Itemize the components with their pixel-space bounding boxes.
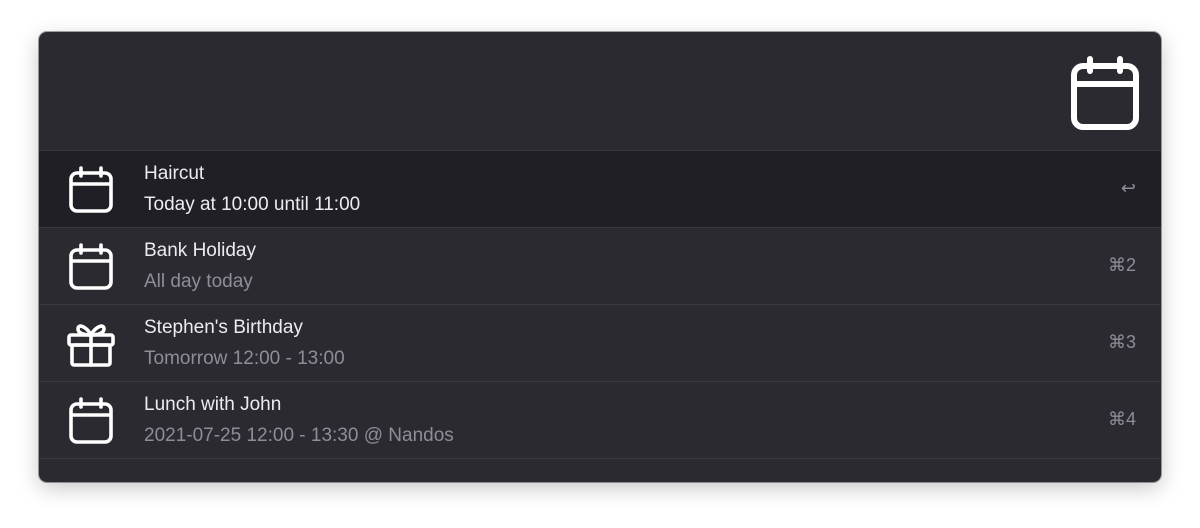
- header: [39, 32, 1161, 151]
- enter-shortcut: ↩: [1120, 178, 1136, 198]
- shortcut-hint: ⌘4: [1107, 409, 1136, 429]
- item-subtitle: All day today: [144, 271, 253, 292]
- calendar-results-window: Haircut Today at 10:00 until 11:00 ↩ Ban…: [39, 32, 1161, 482]
- item-subtitle: Tomorrow 12:00 - 13:00: [144, 348, 345, 369]
- calendar-icon: [66, 164, 116, 214]
- shortcut-hint: ⌘2: [1107, 255, 1136, 275]
- item-subtitle: 2021-07-25 12:00 - 13:30 @ Nandos: [144, 425, 454, 446]
- list-item-bank-holiday[interactable]: Bank Holiday All day today ⌘2: [39, 228, 1161, 305]
- list-item-haircut[interactable]: Haircut Today at 10:00 until 11:00 ↩: [39, 151, 1161, 228]
- item-title: Stephen's Birthday: [144, 317, 303, 338]
- list-item-lunch-with-john[interactable]: Lunch with John 2021-07-25 12:00 - 13:30…: [39, 382, 1161, 459]
- calendar-icon: [66, 395, 116, 445]
- item-subtitle: Today at 10:00 until 11:00: [144, 194, 361, 215]
- item-title: Haircut: [144, 163, 205, 184]
- results-list: Haircut Today at 10:00 until 11:00 ↩ Ban…: [39, 151, 1161, 459]
- gift-icon: [66, 318, 116, 368]
- calendar-icon: [66, 241, 116, 291]
- item-title: Bank Holiday: [144, 240, 256, 261]
- shortcut-hint: ⌘3: [1107, 332, 1136, 352]
- calendar-icon: [1071, 56, 1139, 130]
- list-item-stephens-birthday[interactable]: Stephen's Birthday Tomorrow 12:00 - 13:0…: [39, 305, 1161, 382]
- item-title: Lunch with John: [144, 394, 282, 415]
